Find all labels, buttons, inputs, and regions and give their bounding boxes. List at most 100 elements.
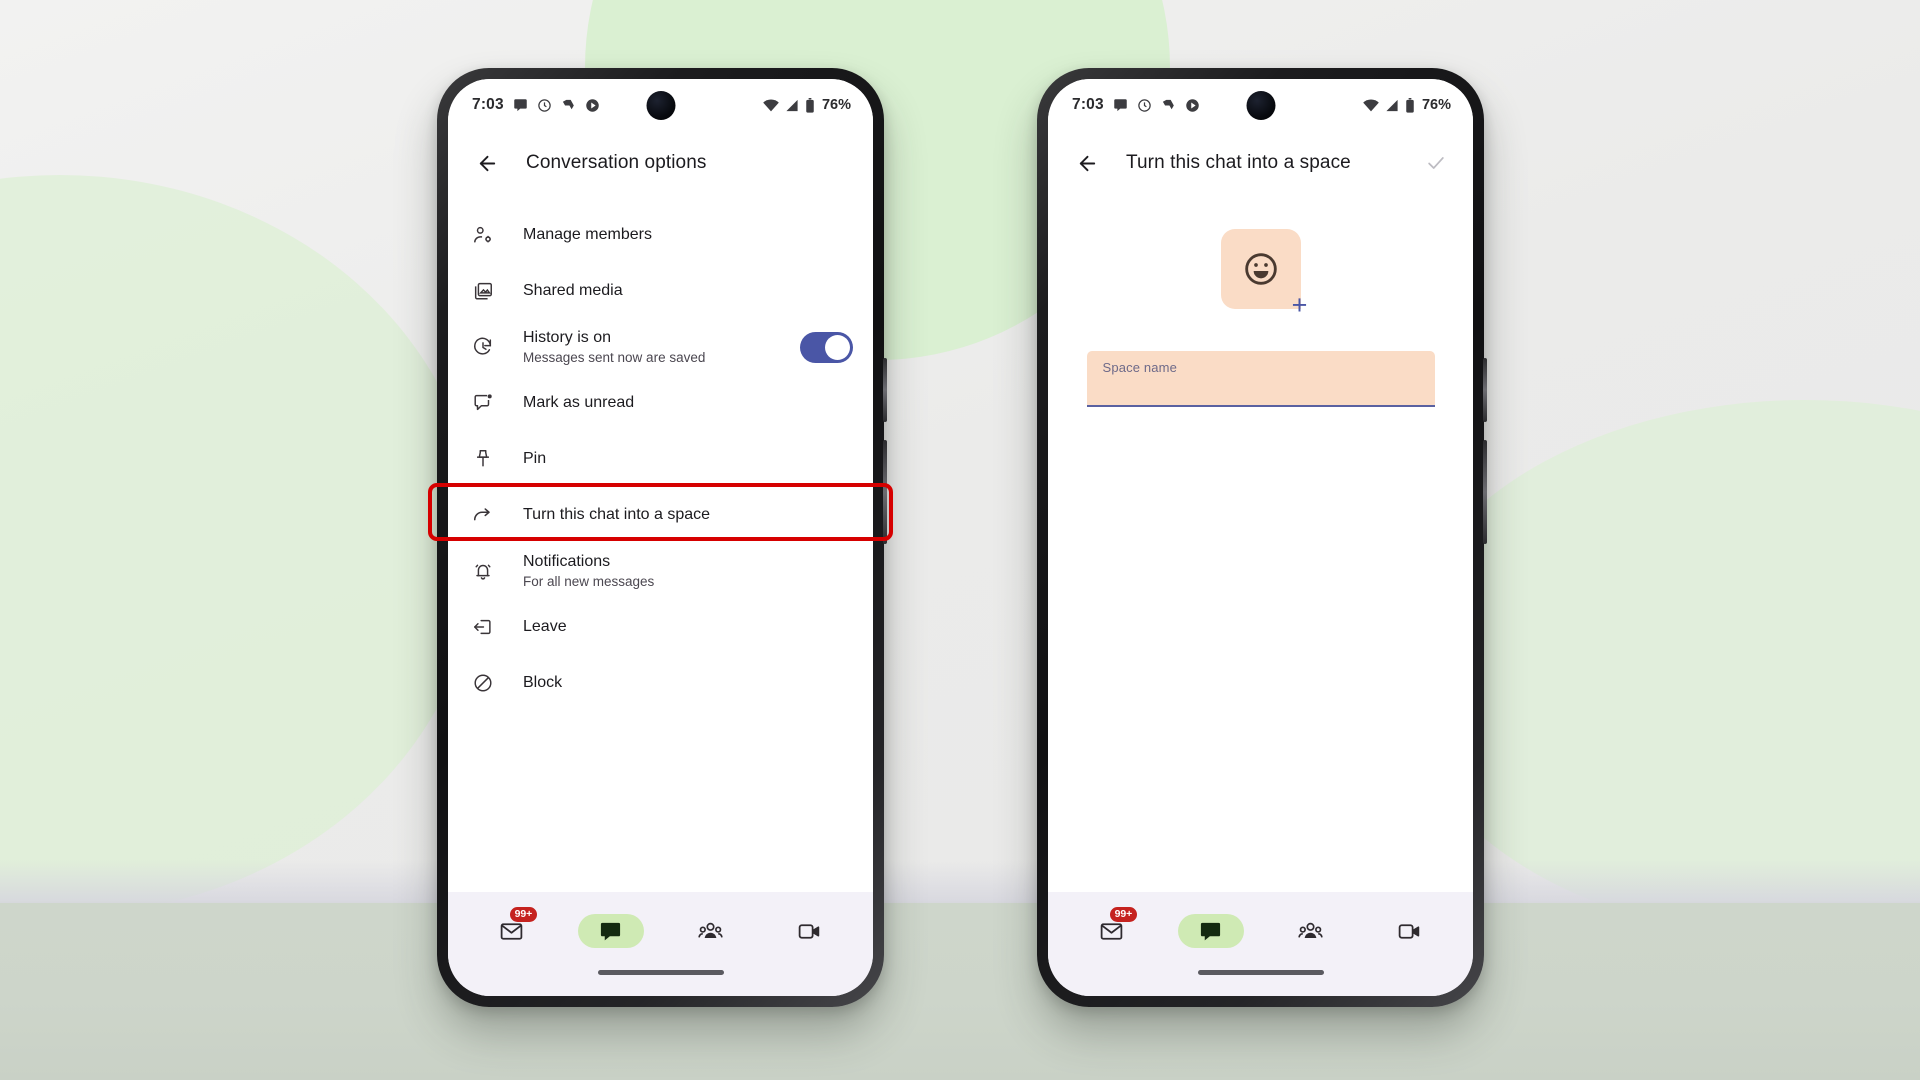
phone-right: 7:03 76% Turn this chat into a space + S… — [1037, 68, 1487, 1007]
option-label: Block — [523, 674, 563, 691]
camera-punchhole — [646, 91, 675, 120]
nav-item-mail[interactable]: 99+ — [1079, 907, 1145, 948]
play-store-icon — [585, 98, 600, 113]
mail-unread-badge: 99+ — [1109, 907, 1138, 923]
camera-punchhole — [1246, 91, 1275, 120]
bottom-nav: 99+ — [1048, 892, 1473, 970]
phone-right-screen: 7:03 76% Turn this chat into a space + S… — [1048, 79, 1473, 996]
clock-alarm-icon — [1137, 98, 1152, 113]
space-name-input[interactable]: Space name — [1086, 351, 1435, 407]
nav-item-meet[interactable] — [776, 914, 842, 948]
page-title: Conversation options — [526, 152, 707, 173]
app-bar: Conversation options — [448, 131, 873, 195]
nav-item-spaces[interactable] — [1277, 914, 1343, 948]
space-avatar[interactable]: + — [1220, 229, 1307, 318]
wifi-icon — [1363, 98, 1379, 112]
history-toggle[interactable] — [800, 331, 853, 363]
option-label: Notifications — [523, 552, 611, 570]
notifications-bell-icon — [472, 560, 502, 582]
block-icon — [472, 672, 502, 694]
nav-item-meet[interactable] — [1376, 914, 1442, 948]
checkmark-icon[interactable] — [1419, 146, 1453, 180]
conversation-options-list: Manage members Shared media History is o… — [448, 195, 873, 711]
gesture-home-bar[interactable] — [1197, 970, 1324, 975]
option-text: Notifications For all new messages — [523, 552, 654, 591]
option-leave[interactable]: Leave — [448, 599, 873, 655]
option-mark-as-unread[interactable]: Mark as unread — [448, 375, 873, 431]
option-sublabel: Messages sent now are saved — [523, 349, 706, 365]
nav-item-chat[interactable] — [1177, 914, 1244, 948]
option-block[interactable]: Block — [448, 655, 873, 711]
background-floor-haze — [0, 860, 1920, 908]
battery-icon — [1405, 97, 1415, 113]
screenshot-canvas: 7:03 76% Conversation options Manage mem… — [0, 0, 1920, 1080]
option-manage-members[interactable]: Manage members — [448, 207, 873, 263]
cellular-signal-icon — [1385, 99, 1399, 112]
option-text: Pin — [523, 449, 546, 469]
option-turn-chat-into-space[interactable]: Turn this chat into a space — [448, 487, 873, 543]
option-sublabel: For all new messages — [523, 573, 655, 589]
battery-icon — [805, 97, 815, 113]
power-button[interactable] — [1483, 358, 1487, 422]
option-label: Mark as unread — [523, 394, 635, 411]
power-button[interactable] — [883, 358, 887, 422]
volume-button[interactable] — [883, 440, 887, 544]
status-bar: 7:03 76% — [1048, 79, 1473, 131]
battery-percent: 76% — [1421, 97, 1451, 113]
clock-alarm-icon — [537, 98, 552, 113]
option-shared-media[interactable]: Shared media — [448, 263, 873, 319]
play-store-icon — [1185, 98, 1200, 113]
background-floor — [0, 903, 1920, 1080]
page-title: Turn this chat into a space — [1126, 152, 1351, 173]
chat-bubble-icon — [1113, 98, 1128, 113]
nav-item-mail[interactable]: 99+ — [479, 907, 545, 948]
option-label: Turn this chat into a space — [523, 506, 711, 523]
history-clock-icon — [472, 336, 502, 358]
nav-item-chat[interactable] — [577, 914, 644, 948]
status-bar-left: 7:03 — [1072, 96, 1200, 114]
option-text: Manage members — [523, 225, 652, 245]
option-label: Leave — [523, 618, 567, 635]
option-text: Shared media — [523, 281, 623, 301]
plus-icon[interactable]: + — [1287, 291, 1313, 318]
option-label: Pin — [523, 450, 547, 467]
mark-unread-icon — [472, 392, 502, 414]
gesture-bar-area — [1048, 970, 1473, 996]
space-name-label: Space name — [1102, 360, 1177, 375]
phone-left: 7:03 76% Conversation options Manage mem… — [437, 68, 887, 1007]
nav-item-spaces[interactable] — [677, 914, 743, 948]
create-space-form: + Space name — [1048, 195, 1473, 407]
turn-into-space-icon — [472, 504, 502, 526]
app-bar: Turn this chat into a space — [1048, 131, 1473, 195]
back-arrow-icon[interactable] — [1070, 146, 1104, 180]
gesture-bar-area — [448, 970, 873, 996]
leave-icon — [472, 616, 502, 638]
manage-members-icon — [472, 224, 502, 246]
create-space-content: + Space name — [1048, 195, 1473, 892]
option-text: Mark as unread — [523, 393, 634, 413]
volume-button[interactable] — [1483, 440, 1487, 544]
option-text: Leave — [523, 617, 567, 637]
option-text: Block — [523, 673, 562, 693]
cellular-signal-icon — [785, 99, 799, 112]
background-blob-left — [0, 175, 480, 915]
option-pin[interactable]: Pin — [448, 431, 873, 487]
status-bar-right: 76% — [1363, 97, 1451, 113]
option-history[interactable]: History is on Messages sent now are save… — [448, 319, 873, 375]
gesture-home-bar[interactable] — [597, 970, 724, 975]
status-bar: 7:03 76% — [448, 79, 873, 131]
option-label: History is on — [523, 328, 612, 346]
status-bar-left: 7:03 — [472, 96, 600, 114]
mail-unread-badge: 99+ — [509, 907, 538, 923]
option-text: History is on Messages sent now are save… — [523, 328, 705, 367]
chat-bubble-icon — [513, 98, 528, 113]
toggle-knob — [825, 334, 850, 360]
shared-media-icon — [472, 280, 502, 302]
conversation-options-content: Manage members Shared media History is o… — [448, 195, 873, 892]
option-text: Turn this chat into a space — [523, 505, 710, 525]
battery-percent: 76% — [821, 97, 851, 113]
back-arrow-icon[interactable] — [470, 146, 504, 180]
option-notifications[interactable]: Notifications For all new messages — [448, 543, 873, 599]
option-label: Shared media — [523, 282, 623, 299]
drive-icon — [561, 98, 576, 113]
